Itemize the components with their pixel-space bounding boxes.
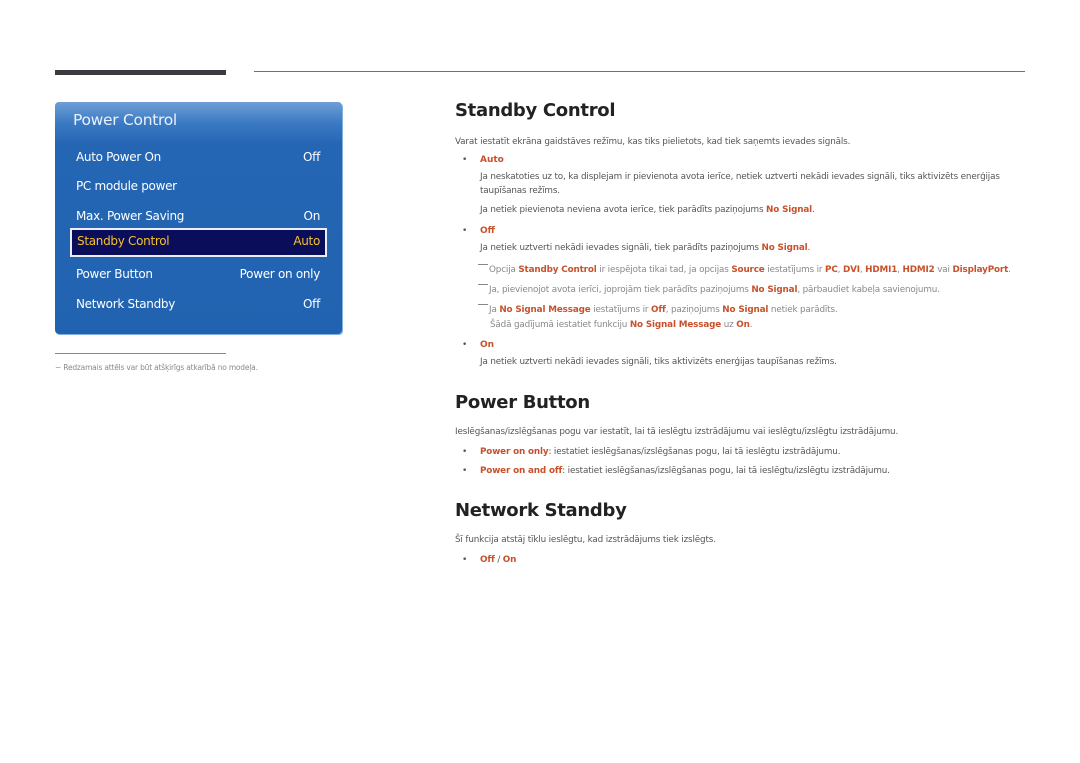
highlight: Standby Control <box>518 265 597 275</box>
bullet-icon: • <box>462 466 468 476</box>
highlight-no-signal: No Signal <box>761 243 808 253</box>
header-bar-thick <box>55 70 226 75</box>
on-desc: Ja netiek uztverti nekādi ievades signāl… <box>480 357 837 367</box>
highlight: HDMI1 <box>865 265 898 275</box>
auto-desc-line3: Ja netiek pievienota neviena avota ierīc… <box>480 205 815 215</box>
option-on: On <box>502 555 517 565</box>
highlight: On <box>736 320 750 330</box>
off-desc: Ja netiek uztverti nekādi ievades signāl… <box>480 243 810 253</box>
osd-item-label: Max. Power Saving <box>76 209 185 223</box>
text: uz <box>721 320 737 330</box>
highlight: No Signal Message <box>629 320 722 330</box>
text: . <box>749 320 753 330</box>
note-1: Opcija Standby Control ir iespējota tika… <box>478 264 1011 275</box>
text: ir iespējota tikai tad, ja opcijas <box>596 265 732 275</box>
separator: / <box>494 555 503 565</box>
footnote-text: Redzamais attēls var būt atšķirīgs atkar… <box>63 363 258 372</box>
option-label: Power on and off <box>480 466 563 476</box>
osd-item-network-standby[interactable]: Network Standby Off <box>71 292 325 317</box>
network-standby-intro: Šī funkcija atstāj tīklu ieslēgtu, kad i… <box>455 535 716 545</box>
note-2: Ja, pievienojot avota ierīci, joprojām t… <box>478 284 940 295</box>
bullet-icon: • <box>462 155 468 165</box>
text: vai <box>934 265 953 275</box>
option-text: : iestatiet ieslēgšanas/izslēgšanas pogu… <box>562 466 890 476</box>
highlight: HDMI2 <box>902 265 935 275</box>
text: . <box>1008 265 1011 275</box>
text: iestatījums ir <box>590 305 651 315</box>
note-dash-icon <box>478 264 488 265</box>
osd-item-label: Auto Power On <box>76 150 161 164</box>
text: . <box>812 205 815 215</box>
osd-item-power-button[interactable]: Power Button Power on only <box>71 262 325 287</box>
section-title-power-button: Power Button <box>455 392 590 413</box>
text: Opcija <box>489 265 519 275</box>
power-option-on-only: Power on only: iestatiet ieslēgšanas/izs… <box>480 447 841 457</box>
osd-item-value: Power on only <box>239 267 321 281</box>
text: netiek parādīts. <box>768 305 838 315</box>
text: Ja, pievienojot avota ierīci, joprojām t… <box>489 285 752 295</box>
highlight: Source <box>731 265 765 275</box>
highlight: DVI <box>842 265 860 275</box>
osd-item-pc-module-power[interactable]: PC module power <box>71 174 325 199</box>
highlight: PC <box>825 265 838 275</box>
text: Šādā gadījumā iestatiet funkciju <box>490 320 630 330</box>
auto-desc-line2: taupīšanas režīms. <box>480 186 560 196</box>
note-3: Ja No Signal Message iestatījums ir Off,… <box>478 304 838 315</box>
section-title-network-standby: Network Standby <box>455 500 627 521</box>
power-button-intro: Ieslēgšanas/izslēgšanas pogu var iestatī… <box>455 427 899 437</box>
option-off: Off <box>480 555 495 565</box>
text: Ja <box>489 305 500 315</box>
text: , paziņojums <box>665 305 723 315</box>
header-rule <box>254 71 1025 72</box>
text: . <box>807 243 811 253</box>
bullet-icon: • <box>462 555 468 565</box>
osd-title: Power Control <box>73 111 177 129</box>
osd-menu-power-control: Power Control Auto Power On Off PC modul… <box>55 102 342 334</box>
note-dash-icon <box>478 304 488 305</box>
osd-item-auto-power-on[interactable]: Auto Power On Off <box>71 145 325 170</box>
text: , pārbaudiet kabeļa savienojumu. <box>797 285 940 295</box>
osd-item-value: Off <box>303 297 320 311</box>
osd-item-standby-control[interactable]: Standby Control Auto <box>70 228 327 257</box>
footnote: − Redzamais attēls var būt atšķirīgs atk… <box>55 363 258 372</box>
note-dash-icon <box>478 284 488 285</box>
highlight: DisplayPort <box>952 265 1009 275</box>
osd-item-label: Standby Control <box>77 234 170 248</box>
standby-intro: Varat iestatīt ekrāna gaidstāves režīmu,… <box>455 137 851 147</box>
section-title-standby-control: Standby Control <box>455 100 616 121</box>
osd-item-max-power-saving[interactable]: Max. Power Saving On <box>71 204 325 229</box>
text: Ja netiek pievienota neviena avota ierīc… <box>480 205 767 215</box>
osd-item-label: PC module power <box>76 179 177 193</box>
osd-item-value: Off <box>303 150 320 164</box>
option-label: Power on only <box>480 447 549 457</box>
highlight: No Signal <box>751 285 798 295</box>
bullet-icon: • <box>462 447 468 457</box>
text: Ja netiek uztverti nekādi ievades signāl… <box>480 243 762 253</box>
highlight: No Signal Message <box>499 305 591 315</box>
osd-item-label: Network Standby <box>76 297 176 311</box>
osd-item-value: On <box>303 209 321 223</box>
bullet-icon: • <box>462 226 468 236</box>
highlight-no-signal: No Signal <box>766 205 813 215</box>
power-option-on-and-off: Power on and off: iestatiet ieslēgšanas/… <box>480 466 890 476</box>
osd-item-value: Auto <box>293 234 320 248</box>
option-auto: Auto <box>480 155 504 165</box>
osd-item-label: Power Button <box>76 267 153 281</box>
text: iestatījums ir <box>764 265 826 275</box>
highlight: No Signal <box>722 305 769 315</box>
highlight: Off <box>651 305 666 315</box>
network-standby-options: Off / On <box>480 555 516 565</box>
bullet-icon: • <box>462 340 468 350</box>
note-3-line2: Šādā gadījumā iestatiet funkciju No Sign… <box>490 320 753 330</box>
auto-desc-line1: Ja neskatoties uz to, ka displejam ir pi… <box>480 172 1000 182</box>
option-on: On <box>480 340 495 350</box>
option-text: : iestatiet ieslēgšanas/izslēgšanas pogu… <box>548 447 841 457</box>
footnote-rule <box>55 353 226 354</box>
option-off: Off <box>480 226 495 236</box>
